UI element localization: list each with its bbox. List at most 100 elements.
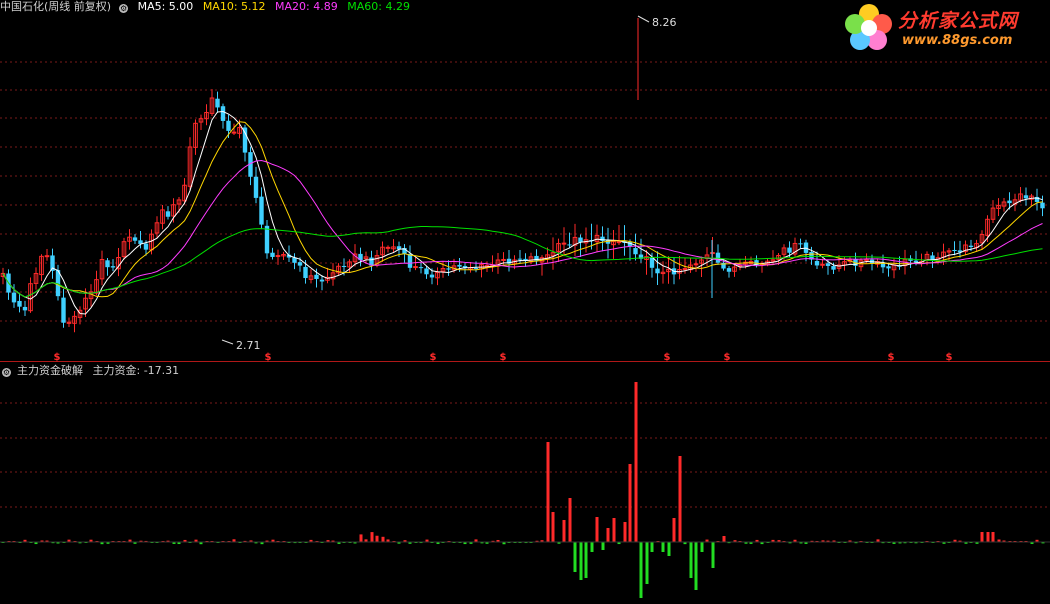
logo-url: www.88gs.com bbox=[902, 33, 1013, 48]
candle-body bbox=[864, 259, 869, 262]
flow-bar bbox=[584, 542, 588, 578]
signal-marker: $ bbox=[724, 352, 731, 363]
flow-bar bbox=[546, 442, 550, 542]
flow-bar bbox=[601, 542, 605, 550]
candle-body bbox=[220, 106, 226, 121]
flow-bar bbox=[562, 520, 566, 542]
flow-bar bbox=[672, 518, 676, 542]
ma10-label: MA10: 5.12 bbox=[202, 0, 266, 13]
signal-marker: $ bbox=[664, 352, 671, 363]
candle-body bbox=[561, 242, 567, 245]
candle-body bbox=[820, 263, 825, 266]
candle-body bbox=[253, 176, 259, 198]
site-logo: 分析家公式网 www.88gs.com bbox=[842, 2, 1042, 54]
candle-body bbox=[413, 266, 418, 269]
stock-title: 中国石化(周线 前复权) bbox=[0, 0, 112, 13]
candle-body bbox=[825, 263, 831, 266]
flow-bar bbox=[628, 464, 632, 542]
stock-chart-window: 8.26 2.71 $ $ $ $ $ $ $ $ 中国石化(周线 前复权) ⚙ MA5: 5.00… bbox=[0, 0, 1050, 604]
flow-bar bbox=[573, 542, 577, 572]
flow-bar bbox=[381, 536, 385, 542]
candle-body bbox=[17, 300, 22, 307]
candle-body bbox=[303, 266, 308, 279]
candle-body bbox=[424, 268, 429, 275]
candle-body bbox=[886, 266, 891, 269]
flow-bar bbox=[700, 542, 704, 552]
candle-body bbox=[132, 237, 138, 241]
flow-bar bbox=[612, 518, 616, 542]
candle-body bbox=[1023, 195, 1029, 199]
candle-body bbox=[693, 263, 699, 266]
flow-bar bbox=[634, 382, 638, 542]
candle-body bbox=[682, 268, 688, 271]
candle-body bbox=[457, 264, 462, 267]
flow-bar bbox=[694, 542, 698, 590]
candle-body bbox=[952, 249, 957, 251]
flow-bar bbox=[678, 456, 682, 542]
signal-marker: $ bbox=[500, 352, 507, 363]
candle-body bbox=[407, 253, 413, 268]
candle-body bbox=[787, 247, 792, 253]
settings-gear-icon[interactable]: ⚙ bbox=[119, 4, 129, 13]
ma60-line bbox=[2, 226, 1043, 298]
candle-body bbox=[418, 267, 424, 269]
candle-body bbox=[61, 297, 66, 323]
flow-bar bbox=[722, 536, 726, 542]
candle-body bbox=[633, 248, 638, 255]
flow-bar bbox=[551, 512, 555, 542]
candle-body bbox=[44, 255, 50, 258]
signal-marker: $ bbox=[54, 352, 61, 363]
ma20-label: MA20: 4.89 bbox=[275, 0, 338, 13]
price-panel-header: 中国石化(周线 前复权) ⚙ MA5: 5.00 MA10: 5.12 MA20:… bbox=[0, 0, 416, 14]
flow-bar bbox=[370, 532, 374, 542]
candle-body bbox=[11, 292, 17, 303]
flow-bar bbox=[568, 498, 572, 542]
candle-body bbox=[143, 243, 149, 250]
candle-body bbox=[446, 268, 451, 270]
candle-body bbox=[314, 274, 319, 279]
signal-marker: $ bbox=[430, 352, 437, 363]
flow-bar bbox=[711, 542, 715, 568]
candle-body bbox=[429, 274, 435, 278]
indicator-panel-header: ⚙ 主力资金破解 主力资金: -17.31 bbox=[0, 364, 185, 378]
flow-bar bbox=[623, 522, 627, 542]
candle-body bbox=[798, 243, 803, 245]
candle-body bbox=[270, 252, 275, 257]
flow-bar bbox=[606, 528, 610, 542]
flow-bar bbox=[689, 542, 693, 578]
candle-body bbox=[105, 260, 110, 268]
flow-bar bbox=[645, 542, 649, 584]
candle-body bbox=[231, 131, 237, 134]
indicator-name: 主力资金破解 bbox=[17, 364, 83, 377]
candle-body bbox=[567, 244, 572, 246]
candle-body bbox=[1040, 202, 1045, 209]
candle-body bbox=[275, 255, 281, 258]
high-price-label: 8.26 bbox=[652, 16, 677, 29]
candle-body bbox=[297, 262, 303, 266]
flow-bar bbox=[667, 542, 671, 556]
ma5-line bbox=[2, 110, 1043, 315]
low-price-label: 2.71 bbox=[236, 339, 261, 352]
candle-body bbox=[215, 98, 220, 108]
candle-body bbox=[242, 127, 248, 153]
flow-bar bbox=[991, 532, 995, 542]
candle-body bbox=[319, 279, 325, 282]
flow-bar bbox=[986, 532, 990, 542]
chart-canvas[interactable]: 8.26 2.71 $ $ $ $ $ $ $ $ bbox=[0, 0, 1050, 604]
signal-marker: $ bbox=[265, 352, 272, 363]
candle-body bbox=[517, 258, 523, 260]
flower-logo-icon bbox=[845, 4, 892, 50]
indicator-settings-icon[interactable]: ⚙ bbox=[2, 368, 11, 377]
candle-body bbox=[726, 268, 732, 272]
candle-body bbox=[655, 268, 660, 274]
flow-bar bbox=[375, 535, 379, 542]
logo-brand: 分析家公式网 bbox=[898, 10, 1019, 32]
candle-body bbox=[715, 252, 721, 263]
flow-bar bbox=[579, 542, 583, 580]
flow-bar bbox=[639, 542, 643, 598]
candle-body bbox=[264, 225, 270, 254]
candle-body bbox=[616, 241, 622, 244]
candle-body bbox=[22, 306, 28, 311]
candle-body bbox=[110, 266, 116, 268]
low-price-pointer bbox=[221, 339, 234, 345]
